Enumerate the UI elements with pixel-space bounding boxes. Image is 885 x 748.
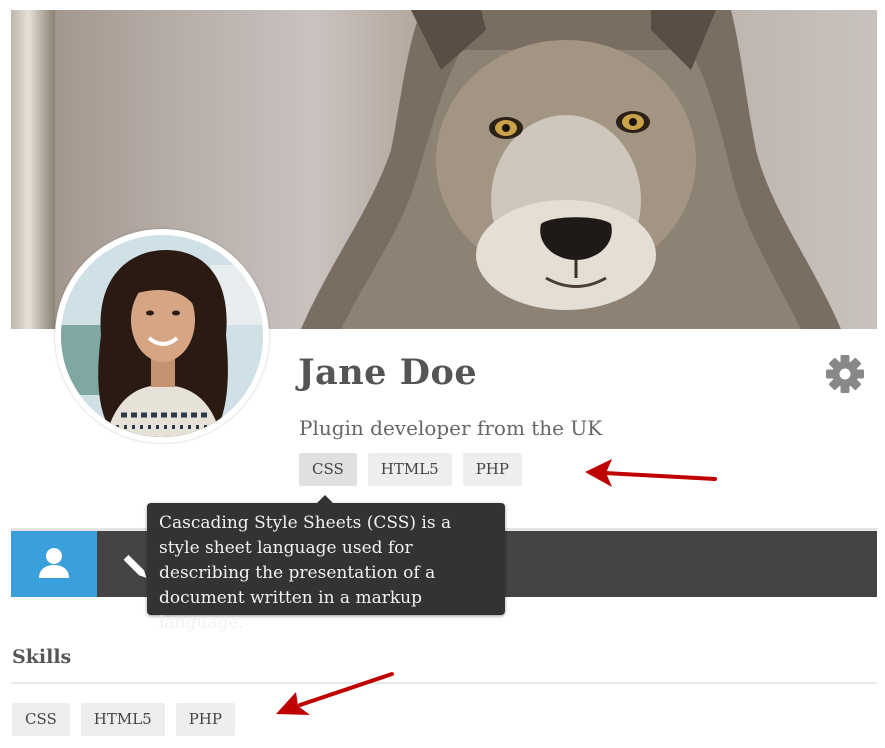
gear-icon[interactable] <box>823 352 867 396</box>
tooltip-text: Cascading Style Sheets (CSS) is a style … <box>159 513 452 633</box>
skill-php[interactable]: PHP <box>175 703 235 736</box>
tab-profile[interactable] <box>11 531 97 597</box>
profile-tags: CSS HTML5 PHP <box>299 453 522 486</box>
user-icon <box>39 548 69 578</box>
annotation-arrow-skills <box>276 672 394 715</box>
skill-css[interactable]: CSS <box>12 703 70 736</box>
tooltip-arrow <box>317 495 333 503</box>
tag-css[interactable]: CSS <box>299 453 357 486</box>
skills-heading: Skills <box>12 646 72 668</box>
annotation-arrow-tags <box>585 459 717 487</box>
tooltip: Cascading Style Sheets (CSS) is a style … <box>147 495 505 633</box>
avatar-photo <box>61 235 263 437</box>
tag-php[interactable]: PHP <box>462 453 522 486</box>
avatar[interactable] <box>55 229 269 443</box>
skill-html5[interactable]: HTML5 <box>80 703 165 736</box>
tag-html5[interactable]: HTML5 <box>367 453 452 486</box>
skills-divider <box>11 682 877 684</box>
skills-list: CSS HTML5 PHP <box>12 703 235 736</box>
profile-name: Jane Doe <box>298 352 478 393</box>
profile-tagline: Plugin developer from the UK <box>299 416 603 440</box>
